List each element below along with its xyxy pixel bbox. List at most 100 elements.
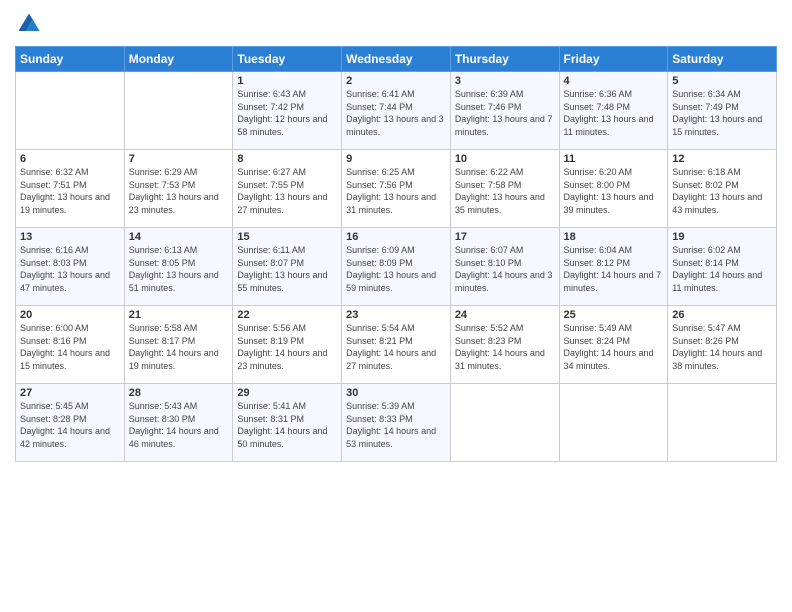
day-number: 2	[346, 75, 446, 87]
calendar-cell: 11Sunrise: 6:20 AMSunset: 8:00 PMDayligh…	[559, 150, 668, 228]
calendar-cell: 13Sunrise: 6:16 AMSunset: 8:03 PMDayligh…	[16, 228, 125, 306]
day-number: 23	[346, 309, 446, 321]
day-number: 6	[20, 153, 120, 165]
day-of-week-header: Saturday	[668, 47, 777, 72]
day-of-week-header: Thursday	[450, 47, 559, 72]
calendar-cell: 25Sunrise: 5:49 AMSunset: 8:24 PMDayligh…	[559, 306, 668, 384]
day-info: Sunrise: 6:20 AMSunset: 8:00 PMDaylight:…	[564, 166, 664, 216]
calendar-cell: 23Sunrise: 5:54 AMSunset: 8:21 PMDayligh…	[342, 306, 451, 384]
header	[15, 10, 777, 38]
calendar-cell: 27Sunrise: 5:45 AMSunset: 8:28 PMDayligh…	[16, 384, 125, 462]
day-info: Sunrise: 5:52 AMSunset: 8:23 PMDaylight:…	[455, 322, 555, 372]
day-info: Sunrise: 6:39 AMSunset: 7:46 PMDaylight:…	[455, 88, 555, 138]
calendar-cell: 17Sunrise: 6:07 AMSunset: 8:10 PMDayligh…	[450, 228, 559, 306]
calendar-cell: 12Sunrise: 6:18 AMSunset: 8:02 PMDayligh…	[668, 150, 777, 228]
calendar-cell	[124, 72, 233, 150]
day-number: 13	[20, 231, 120, 243]
day-number: 20	[20, 309, 120, 321]
day-info: Sunrise: 6:09 AMSunset: 8:09 PMDaylight:…	[346, 244, 446, 294]
calendar-cell: 30Sunrise: 5:39 AMSunset: 8:33 PMDayligh…	[342, 384, 451, 462]
day-number: 26	[672, 309, 772, 321]
day-number: 7	[129, 153, 229, 165]
day-info: Sunrise: 6:22 AMSunset: 7:58 PMDaylight:…	[455, 166, 555, 216]
day-of-week-header: Sunday	[16, 47, 125, 72]
day-number: 17	[455, 231, 555, 243]
day-number: 14	[129, 231, 229, 243]
calendar-cell: 24Sunrise: 5:52 AMSunset: 8:23 PMDayligh…	[450, 306, 559, 384]
day-info: Sunrise: 6:27 AMSunset: 7:55 PMDaylight:…	[237, 166, 337, 216]
calendar-cell: 3Sunrise: 6:39 AMSunset: 7:46 PMDaylight…	[450, 72, 559, 150]
day-number: 29	[237, 387, 337, 399]
day-info: Sunrise: 6:34 AMSunset: 7:49 PMDaylight:…	[672, 88, 772, 138]
day-info: Sunrise: 6:32 AMSunset: 7:51 PMDaylight:…	[20, 166, 120, 216]
day-info: Sunrise: 6:02 AMSunset: 8:14 PMDaylight:…	[672, 244, 772, 294]
day-info: Sunrise: 5:39 AMSunset: 8:33 PMDaylight:…	[346, 400, 446, 450]
calendar-table: SundayMondayTuesdayWednesdayThursdayFrid…	[15, 46, 777, 462]
day-number: 25	[564, 309, 664, 321]
day-number: 12	[672, 153, 772, 165]
calendar-week-row: 1Sunrise: 6:43 AMSunset: 7:42 PMDaylight…	[16, 72, 777, 150]
day-info: Sunrise: 6:43 AMSunset: 7:42 PMDaylight:…	[237, 88, 337, 138]
calendar-cell	[559, 384, 668, 462]
day-info: Sunrise: 6:07 AMSunset: 8:10 PMDaylight:…	[455, 244, 555, 294]
logo-icon	[15, 10, 43, 38]
day-number: 11	[564, 153, 664, 165]
day-number: 18	[564, 231, 664, 243]
day-info: Sunrise: 5:43 AMSunset: 8:30 PMDaylight:…	[129, 400, 229, 450]
day-number: 8	[237, 153, 337, 165]
calendar-cell	[668, 384, 777, 462]
calendar-week-row: 6Sunrise: 6:32 AMSunset: 7:51 PMDaylight…	[16, 150, 777, 228]
day-number: 15	[237, 231, 337, 243]
calendar-cell: 29Sunrise: 5:41 AMSunset: 8:31 PMDayligh…	[233, 384, 342, 462]
day-info: Sunrise: 6:18 AMSunset: 8:02 PMDaylight:…	[672, 166, 772, 216]
calendar-week-row: 27Sunrise: 5:45 AMSunset: 8:28 PMDayligh…	[16, 384, 777, 462]
calendar-week-row: 20Sunrise: 6:00 AMSunset: 8:16 PMDayligh…	[16, 306, 777, 384]
day-info: Sunrise: 6:36 AMSunset: 7:48 PMDaylight:…	[564, 88, 664, 138]
day-info: Sunrise: 5:58 AMSunset: 8:17 PMDaylight:…	[129, 322, 229, 372]
calendar-cell: 14Sunrise: 6:13 AMSunset: 8:05 PMDayligh…	[124, 228, 233, 306]
day-info: Sunrise: 6:16 AMSunset: 8:03 PMDaylight:…	[20, 244, 120, 294]
day-info: Sunrise: 5:54 AMSunset: 8:21 PMDaylight:…	[346, 322, 446, 372]
day-info: Sunrise: 6:41 AMSunset: 7:44 PMDaylight:…	[346, 88, 446, 138]
day-info: Sunrise: 6:29 AMSunset: 7:53 PMDaylight:…	[129, 166, 229, 216]
calendar-cell: 20Sunrise: 6:00 AMSunset: 8:16 PMDayligh…	[16, 306, 125, 384]
day-of-week-header: Tuesday	[233, 47, 342, 72]
day-of-week-header: Friday	[559, 47, 668, 72]
day-number: 3	[455, 75, 555, 87]
day-info: Sunrise: 5:49 AMSunset: 8:24 PMDaylight:…	[564, 322, 664, 372]
calendar-cell: 16Sunrise: 6:09 AMSunset: 8:09 PMDayligh…	[342, 228, 451, 306]
day-number: 4	[564, 75, 664, 87]
day-of-week-header: Wednesday	[342, 47, 451, 72]
logo	[15, 10, 47, 38]
day-info: Sunrise: 6:13 AMSunset: 8:05 PMDaylight:…	[129, 244, 229, 294]
calendar-week-row: 13Sunrise: 6:16 AMSunset: 8:03 PMDayligh…	[16, 228, 777, 306]
day-number: 30	[346, 387, 446, 399]
day-info: Sunrise: 6:11 AMSunset: 8:07 PMDaylight:…	[237, 244, 337, 294]
day-info: Sunrise: 5:56 AMSunset: 8:19 PMDaylight:…	[237, 322, 337, 372]
calendar-cell: 4Sunrise: 6:36 AMSunset: 7:48 PMDaylight…	[559, 72, 668, 150]
page: SundayMondayTuesdayWednesdayThursdayFrid…	[0, 0, 792, 612]
calendar-cell: 18Sunrise: 6:04 AMSunset: 8:12 PMDayligh…	[559, 228, 668, 306]
day-number: 16	[346, 231, 446, 243]
day-of-week-header: Monday	[124, 47, 233, 72]
calendar-cell: 8Sunrise: 6:27 AMSunset: 7:55 PMDaylight…	[233, 150, 342, 228]
day-number: 27	[20, 387, 120, 399]
calendar-cell	[16, 72, 125, 150]
calendar-cell: 5Sunrise: 6:34 AMSunset: 7:49 PMDaylight…	[668, 72, 777, 150]
calendar-header: SundayMondayTuesdayWednesdayThursdayFrid…	[16, 47, 777, 72]
calendar-cell: 15Sunrise: 6:11 AMSunset: 8:07 PMDayligh…	[233, 228, 342, 306]
calendar-cell	[450, 384, 559, 462]
day-number: 21	[129, 309, 229, 321]
calendar-cell: 6Sunrise: 6:32 AMSunset: 7:51 PMDaylight…	[16, 150, 125, 228]
day-info: Sunrise: 5:41 AMSunset: 8:31 PMDaylight:…	[237, 400, 337, 450]
day-number: 19	[672, 231, 772, 243]
calendar-cell: 9Sunrise: 6:25 AMSunset: 7:56 PMDaylight…	[342, 150, 451, 228]
header-row: SundayMondayTuesdayWednesdayThursdayFrid…	[16, 47, 777, 72]
day-number: 1	[237, 75, 337, 87]
day-number: 5	[672, 75, 772, 87]
day-info: Sunrise: 6:00 AMSunset: 8:16 PMDaylight:…	[20, 322, 120, 372]
day-info: Sunrise: 6:25 AMSunset: 7:56 PMDaylight:…	[346, 166, 446, 216]
calendar-cell: 22Sunrise: 5:56 AMSunset: 8:19 PMDayligh…	[233, 306, 342, 384]
day-number: 22	[237, 309, 337, 321]
day-info: Sunrise: 6:04 AMSunset: 8:12 PMDaylight:…	[564, 244, 664, 294]
